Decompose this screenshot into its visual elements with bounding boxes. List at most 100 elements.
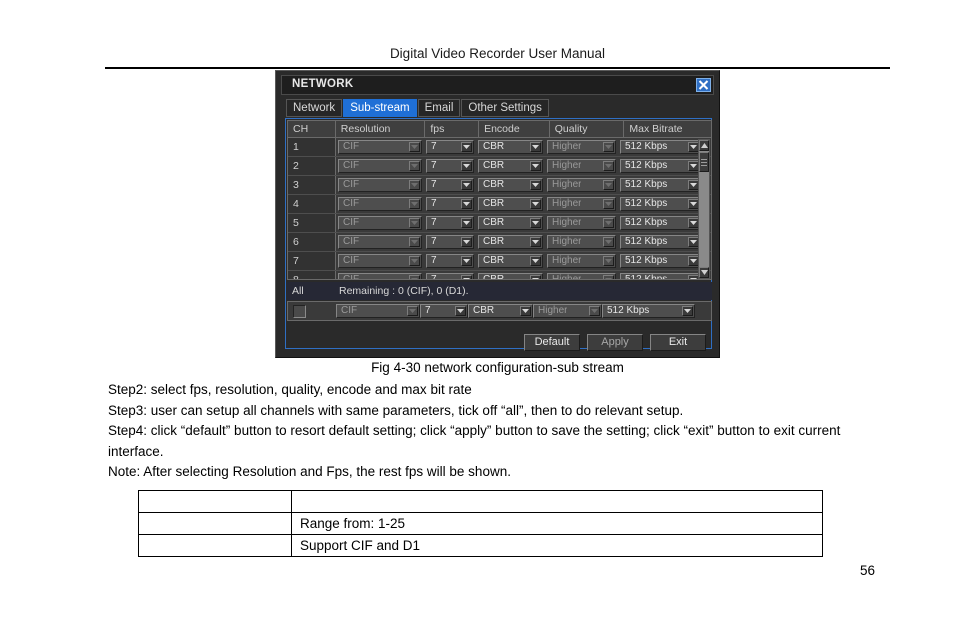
resolution-value: CIF [343, 255, 360, 266]
quality-dropdown[interactable]: Higher [547, 216, 616, 230]
all-quality-cell: Higher [533, 304, 602, 318]
all-encode-dropdown[interactable]: CBR [468, 304, 533, 318]
spec-name-cell [138, 512, 292, 535]
all-quality-dropdown[interactable]: Higher [533, 304, 602, 318]
dialog-titlebar: NETWORK [281, 75, 714, 95]
bitrate-dropdown[interactable]: 512 Kbps [620, 197, 701, 211]
chevron-down-icon [603, 275, 614, 279]
paragraph-step4: Step4: click “default” button to resort … [108, 423, 841, 459]
encode-cell: CBR [476, 273, 545, 279]
tab-other-settings[interactable]: Other Settings [461, 99, 549, 117]
table-row: 7 CIF 7 CBR Higher 512 Kbps [288, 252, 711, 271]
resolution-dropdown[interactable]: CIF [338, 159, 422, 173]
encode-dropdown[interactable]: CBR [478, 197, 543, 211]
bitrate-dropdown[interactable]: 512 Kbps [620, 273, 701, 279]
bitrate-dropdown[interactable]: 512 Kbps [620, 235, 701, 249]
scrollbar-thumb[interactable] [699, 152, 709, 172]
quality-value: Higher [552, 179, 582, 190]
fps-cell: 7 [424, 159, 476, 173]
resolution-dropdown[interactable]: CIF [338, 178, 422, 192]
all-fps-cell: 7 [420, 304, 468, 318]
resolution-value: CIF [343, 160, 360, 171]
paragraph-step2: Step2: select fps, resolution, quality, … [108, 382, 472, 397]
chevron-down-icon [461, 237, 472, 247]
apply-button[interactable]: Apply [587, 334, 643, 351]
bitrate-dropdown[interactable]: 512 Kbps [620, 140, 701, 154]
encode-dropdown[interactable]: CBR [478, 273, 543, 279]
chevron-down-icon [682, 306, 693, 316]
bitrate-value: 512 Kbps [625, 160, 668, 171]
encode-dropdown[interactable]: CBR [478, 178, 543, 192]
spec-table-row [138, 490, 823, 513]
channel-number: 6 [288, 233, 336, 251]
bitrate-cell: 512 Kbps [618, 235, 703, 249]
quality-dropdown[interactable]: Higher [547, 159, 616, 173]
quality-dropdown[interactable]: Higher [547, 254, 616, 268]
bitrate-dropdown[interactable]: 512 Kbps [620, 159, 701, 173]
encode-value: CBR [483, 198, 505, 209]
resolution-cell: CIF [336, 235, 424, 249]
chevron-down-icon [603, 142, 614, 152]
all-checkbox[interactable] [293, 304, 306, 318]
scroll-up-arrow-icon[interactable] [699, 140, 709, 151]
fps-value: 7 [431, 274, 437, 280]
close-icon[interactable] [696, 78, 711, 92]
quality-value: Higher [552, 274, 582, 280]
all-resolution-dropdown[interactable]: CIF [336, 304, 420, 318]
all-fps-value: 7 [425, 305, 431, 316]
resolution-cell: CIF [336, 254, 424, 268]
encode-dropdown[interactable]: CBR [478, 235, 543, 249]
bitrate-value: 512 Kbps [625, 255, 668, 266]
bitrate-value: 512 Kbps [625, 217, 668, 228]
all-bitrate-cell: 512 Kbps [602, 304, 695, 318]
resolution-dropdown[interactable]: CIF [338, 254, 422, 268]
tab-email[interactable]: Email [417, 99, 461, 117]
resolution-dropdown[interactable]: CIF [338, 197, 422, 211]
tab-network[interactable]: Network [286, 99, 343, 117]
quality-dropdown[interactable]: Higher [547, 140, 616, 154]
fps-value: 7 [431, 179, 437, 190]
bitrate-dropdown[interactable]: 512 Kbps [620, 254, 701, 268]
quality-dropdown[interactable]: Higher [547, 273, 616, 280]
exit-button[interactable]: Exit [650, 334, 706, 351]
fps-dropdown[interactable]: 7 [426, 235, 474, 249]
all-bitrate-dropdown[interactable]: 512 Kbps [602, 304, 695, 318]
bitrate-cell: 512 Kbps [618, 273, 703, 279]
encode-cell: CBR [476, 197, 545, 211]
all-fps-dropdown[interactable]: 7 [420, 304, 468, 318]
fps-cell: 7 [424, 197, 476, 211]
bitrate-dropdown[interactable]: 512 Kbps [620, 216, 701, 230]
quality-dropdown[interactable]: Higher [547, 178, 616, 192]
default-button[interactable]: Default [524, 334, 580, 351]
fps-dropdown[interactable]: 7 [426, 254, 474, 268]
table-row: 2 CIF 7 CBR Higher 512 Kbps [288, 157, 711, 176]
chevron-down-icon [603, 180, 614, 190]
resolution-dropdown[interactable]: CIF [338, 235, 422, 249]
fps-dropdown[interactable]: 7 [426, 140, 474, 154]
encode-dropdown[interactable]: CBR [478, 254, 543, 268]
column-header-max-bitrate: Max Bitrate [629, 123, 683, 135]
encode-dropdown[interactable]: CBR [478, 159, 543, 173]
chevron-down-icon [589, 306, 600, 316]
quality-dropdown[interactable]: Higher [547, 235, 616, 249]
scroll-down-arrow-icon[interactable] [699, 267, 709, 278]
quality-dropdown[interactable]: Higher [547, 197, 616, 211]
fps-dropdown[interactable]: 7 [426, 178, 474, 192]
bitrate-cell: 512 Kbps [618, 216, 703, 230]
resolution-dropdown[interactable]: CIF [338, 216, 422, 230]
tab-sub-stream[interactable]: Sub-stream [343, 99, 417, 117]
fps-dropdown[interactable]: 7 [426, 273, 474, 280]
fps-value: 7 [431, 160, 437, 171]
fps-dropdown[interactable]: 7 [426, 159, 474, 173]
fps-dropdown[interactable]: 7 [426, 216, 474, 230]
fps-dropdown[interactable]: 7 [426, 197, 474, 211]
chevron-down-icon [409, 142, 420, 152]
encode-dropdown[interactable]: CBR [478, 140, 543, 154]
encode-dropdown[interactable]: CBR [478, 216, 543, 230]
bitrate-value: 512 Kbps [625, 236, 668, 247]
resolution-dropdown[interactable]: CIF [338, 273, 422, 279]
bitrate-cell: 512 Kbps [618, 159, 703, 173]
resolution-dropdown[interactable]: CIF [338, 140, 422, 154]
bitrate-dropdown[interactable]: 512 Kbps [620, 178, 701, 192]
table-vertical-scrollbar[interactable] [698, 139, 710, 279]
